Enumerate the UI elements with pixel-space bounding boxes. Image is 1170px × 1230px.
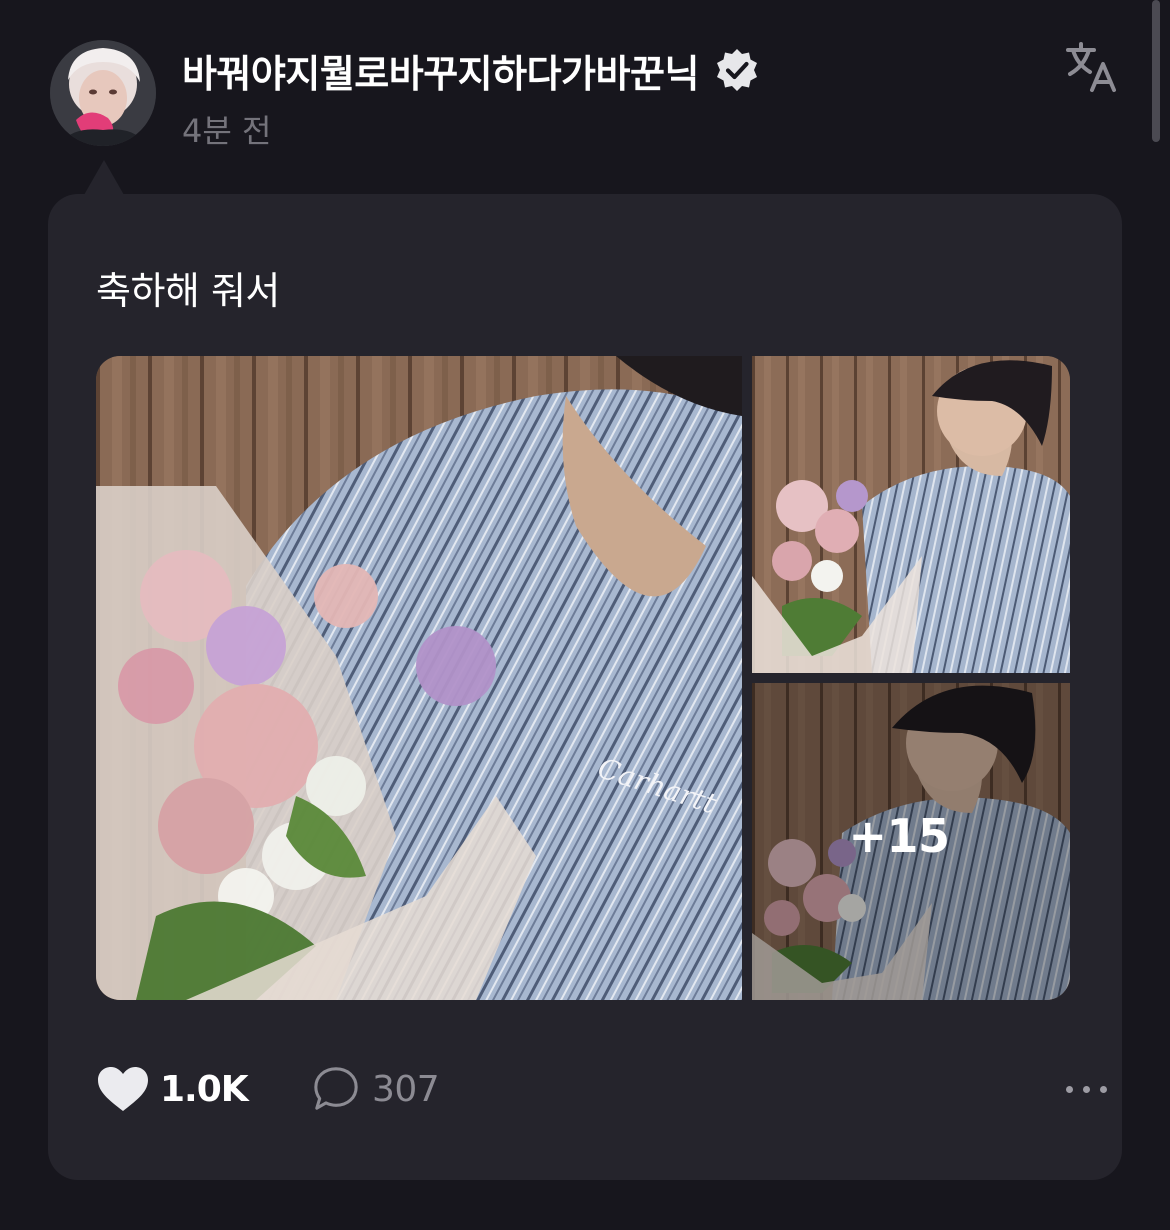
photo-2-art — [752, 356, 1070, 673]
like-button[interactable]: 1.0K — [96, 1062, 249, 1116]
post-card: 축하해 줘서 Carhartt +15 1.0K 307 — [48, 194, 1122, 1180]
post-image-main[interactable]: Carhartt — [96, 356, 742, 1000]
like-count: 1.0K — [160, 1068, 249, 1110]
post-image-2[interactable] — [752, 356, 1070, 673]
username[interactable]: 바꿔야지뭘로바꾸지하다가바꾼닉 — [182, 43, 699, 98]
verified-badge-icon — [713, 46, 761, 94]
more-options-button[interactable] — [1056, 1062, 1116, 1116]
image-grid: Carhartt +15 — [96, 356, 1070, 1000]
more-images-count: +15 — [848, 808, 950, 863]
comment-button[interactable]: 307 — [312, 1062, 440, 1116]
post-time: 4분 전 — [182, 112, 272, 150]
post-image-3[interactable]: +15 — [752, 683, 1070, 1000]
scrollbar[interactable] — [1152, 0, 1160, 142]
more-dots-icon-2 — [1082, 1085, 1090, 1093]
username-row: 바꿔야지뭘로바꾸지하다가바꾼닉 — [182, 42, 761, 98]
photo-main-art: Carhartt — [96, 356, 742, 1000]
translate-button[interactable] — [1064, 40, 1120, 96]
more-images-overlay[interactable]: +15 — [752, 683, 1070, 1000]
post-actions: 1.0K 307 — [96, 1062, 1107, 1116]
post-text: 축하해 줘서 — [96, 269, 280, 313]
heart-icon — [98, 1067, 148, 1111]
bubble-tail — [84, 160, 124, 195]
comment-count: 307 — [372, 1068, 440, 1110]
comment-bubble-icon — [314, 1067, 358, 1110]
more-dots-icon-3 — [1099, 1085, 1107, 1093]
post-page: 바꿔야지뭘로바꾸지하다가바꾼닉 4분 전 축하해 줘서 Carhartt +15… — [0, 0, 1170, 1230]
translate-icon — [1066, 42, 1116, 92]
avatar-image — [50, 40, 156, 146]
user-avatar[interactable] — [50, 40, 156, 146]
more-dots-icon — [1065, 1085, 1073, 1093]
